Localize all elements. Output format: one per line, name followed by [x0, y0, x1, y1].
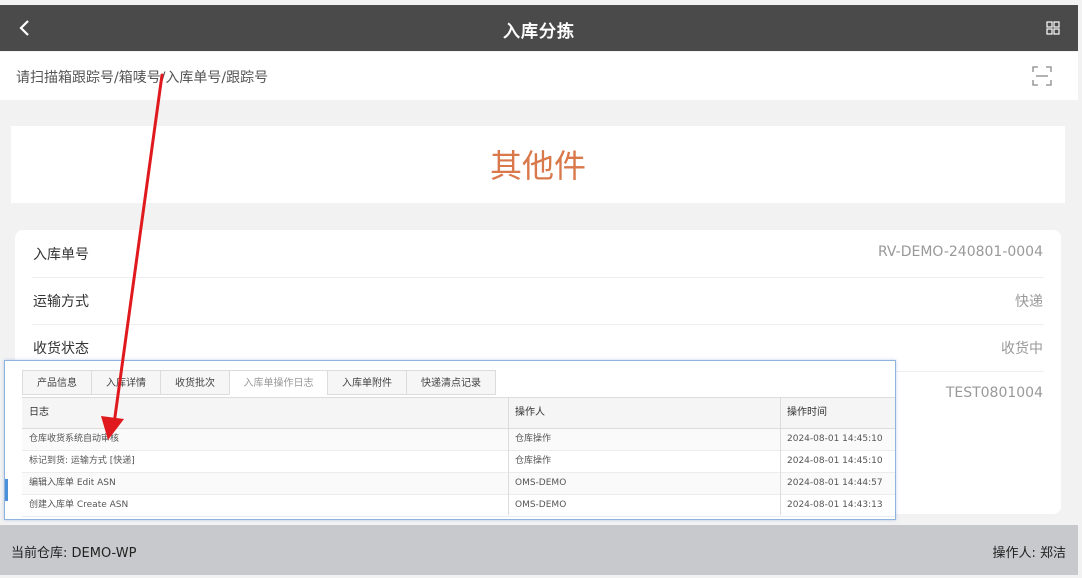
log-time: 2024-08-01 14:44:57	[787, 478, 883, 488]
tab-attachments[interactable]: 入库单附件	[327, 370, 407, 395]
tab-operation-log[interactable]: 入库单操作日志	[229, 370, 328, 395]
info-row-shipping-method: 运输方式 快递	[32, 277, 1044, 325]
log-time: 2024-08-01 14:45:10	[787, 456, 883, 466]
log-time: 2024-08-01 14:43:13	[787, 500, 883, 510]
log-operator: OMS-DEMO	[515, 478, 567, 488]
column-header-time[interactable]: 操作时间	[787, 398, 827, 428]
log-text: 创建入库单 Create ASN	[29, 500, 129, 510]
info-value: 快递	[1015, 294, 1043, 310]
log-text: 编辑入库单 Edit ASN	[29, 478, 116, 488]
tab-receiving-batches[interactable]: 收货批次	[160, 370, 230, 395]
log-table-header: 日志 操作人 操作时间	[22, 398, 895, 429]
log-table: 日志 操作人 操作时间 仓库收货系统自动审核 仓库操作 2024-08-01 1…	[22, 397, 895, 517]
log-panel-screenshot: 产品信息 入库详情 收货批次 入库单操作日志 入库单附件 快递清点记录 日志 操…	[4, 360, 896, 520]
status-footer: 当前仓库: DEMO-WP 操作人: 郑洁	[0, 525, 1078, 575]
log-time: 2024-08-01 14:45:10	[787, 434, 883, 444]
current-operator: 操作人: 郑洁	[992, 546, 1066, 561]
grid-icon[interactable]	[1046, 21, 1060, 35]
info-value: 收货中	[1001, 341, 1043, 357]
table-row: 编辑入库单 Edit ASN OMS-DEMO 2024-08-01 14:44…	[22, 473, 895, 495]
log-table-body: 仓库收货系统自动审核 仓库操作 2024-08-01 14:45:10 标记到货…	[22, 429, 895, 517]
panel-edge-marker	[5, 479, 8, 501]
table-row: 创建入库单 Create ASN OMS-DEMO 2024-08-01 14:…	[22, 495, 895, 517]
tab-express-count[interactable]: 快递清点记录	[406, 370, 496, 395]
column-header-operator[interactable]: 操作人	[515, 398, 545, 428]
log-operator: 仓库操作	[515, 434, 552, 444]
column-divider	[508, 397, 509, 515]
category-label: 其他件	[489, 147, 586, 185]
tab-product-info[interactable]: 产品信息	[22, 370, 92, 395]
page-title: 入库分拣	[503, 22, 575, 42]
info-row-order-no: 入库单号 RV-DEMO-240801-0004	[32, 230, 1044, 278]
column-header-log[interactable]: 日志	[29, 398, 49, 428]
info-label: 入库单号	[33, 247, 89, 263]
log-text: 标记到货: 运输方式 [快递]	[29, 456, 135, 466]
log-text: 仓库收货系统自动审核	[29, 434, 120, 444]
column-divider	[780, 397, 781, 515]
info-label: 运输方式	[33, 294, 89, 310]
scan-icon[interactable]	[1032, 66, 1052, 86]
scan-bar: 请扫描箱跟踪号/箱唛号/入库单号/跟踪号	[0, 52, 1078, 100]
info-value: TEST0801004	[945, 385, 1043, 401]
info-value: RV-DEMO-240801-0004	[877, 244, 1043, 260]
table-row: 标记到货: 运输方式 [快递] 仓库操作 2024-08-01 14:45:10	[22, 451, 895, 473]
info-label: 收货状态	[33, 341, 89, 357]
tab-inbound-details[interactable]: 入库详情	[91, 370, 161, 395]
table-row: 仓库收货系统自动审核 仓库操作 2024-08-01 14:45:10	[22, 429, 895, 451]
top-bar: 入库分拣	[0, 5, 1078, 51]
scan-input[interactable]: 请扫描箱跟踪号/箱唛号/入库单号/跟踪号	[16, 67, 268, 87]
category-banner: 其他件	[11, 126, 1065, 203]
log-operator: 仓库操作	[515, 456, 552, 466]
log-operator: OMS-DEMO	[515, 500, 567, 510]
current-warehouse: 当前仓库: DEMO-WP	[11, 546, 137, 561]
